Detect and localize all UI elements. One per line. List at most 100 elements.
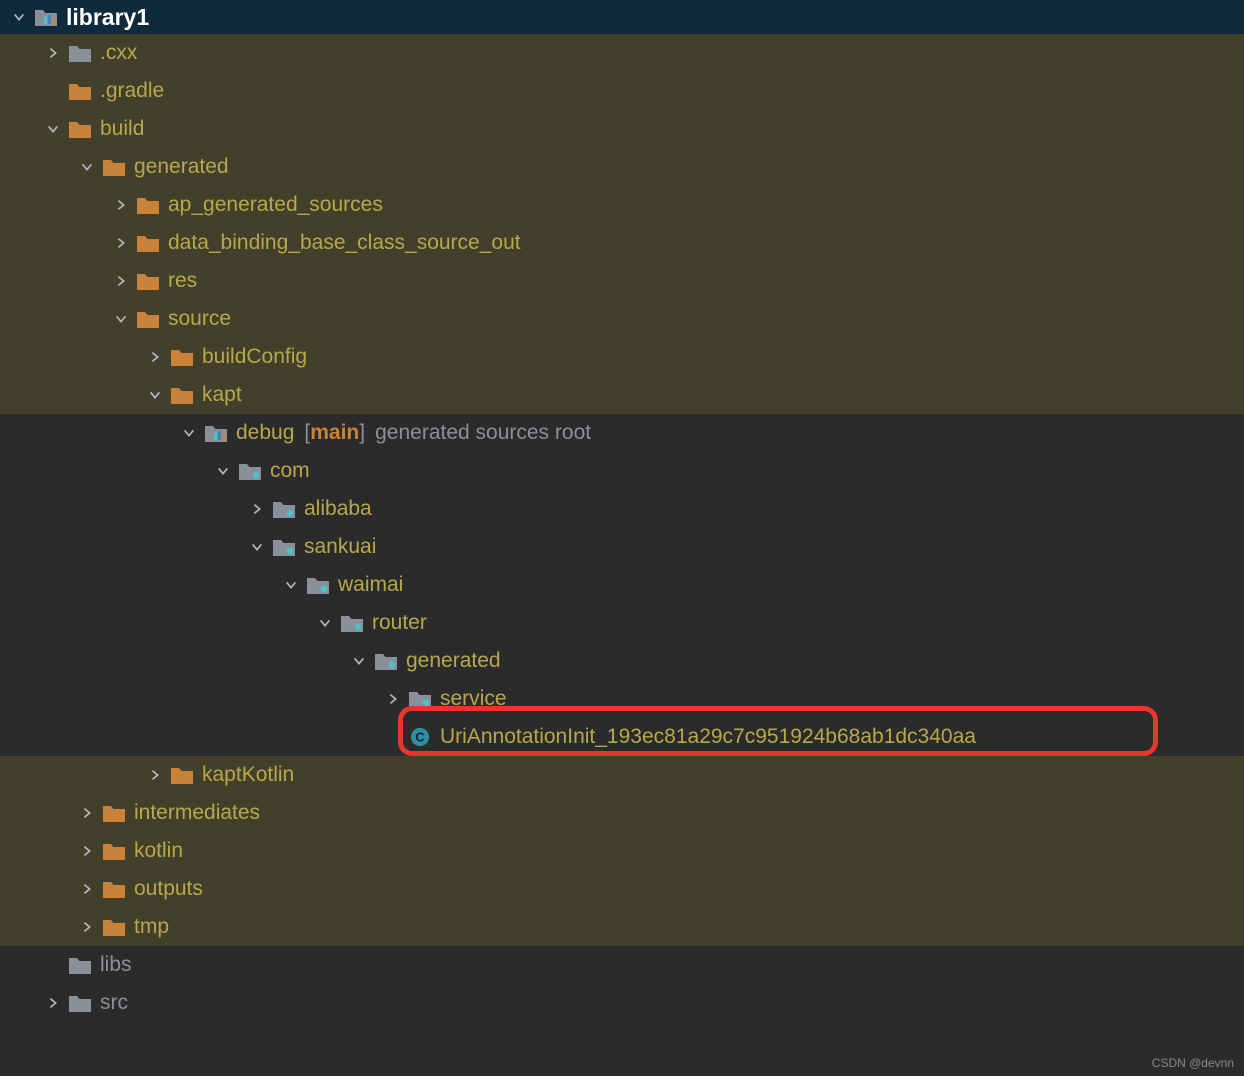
tree-item-label: libs — [100, 953, 132, 977]
tree-item-src[interactable]: src — [0, 984, 1244, 1022]
chevron-down-icon[interactable] — [146, 386, 164, 404]
folder-icon — [102, 156, 126, 178]
tree-item-label: src — [100, 991, 128, 1015]
tree-item-label: .gradle — [100, 79, 164, 103]
tree-item-buildconfig[interactable]: buildConfig — [0, 338, 1244, 376]
chevron-down-icon[interactable] — [350, 652, 368, 670]
chevron-right-icon[interactable] — [78, 918, 96, 936]
tree-item-label: build — [100, 117, 144, 141]
tree-item-label: sankuai — [304, 535, 376, 559]
chevron-right-icon[interactable] — [146, 348, 164, 366]
tree-item-gradle[interactable]: .gradle — [0, 72, 1244, 110]
tree-item-label: generated — [406, 649, 501, 673]
tree-item-label: tmp — [134, 915, 169, 939]
folder-icon — [68, 992, 92, 1014]
folder-icon — [102, 802, 126, 824]
chevron-right-icon[interactable] — [112, 234, 130, 252]
tree-item-label: .cxx — [100, 41, 137, 65]
folder-icon — [102, 840, 126, 862]
tree-item-com[interactable]: com — [0, 452, 1244, 490]
chevron-down-icon[interactable] — [10, 8, 28, 26]
tree-item-kapt[interactable]: kapt — [0, 376, 1244, 414]
tree-item-waimai[interactable]: waimai — [0, 566, 1244, 604]
tree-item-source[interactable]: source — [0, 300, 1244, 338]
chevron-down-icon[interactable] — [44, 120, 62, 138]
chevron-right-icon[interactable] — [78, 804, 96, 822]
folder-icon — [102, 916, 126, 938]
tree-item-label: source — [168, 307, 231, 331]
tree-item-build[interactable]: build — [0, 110, 1244, 148]
chevron-right-icon[interactable] — [248, 500, 266, 518]
tree-item-generated-pkg[interactable]: generated — [0, 642, 1244, 680]
chevron-down-icon[interactable] — [214, 462, 232, 480]
tree-item-debug[interactable]: debug [main] generated sources root — [0, 414, 1244, 452]
tree-item-label: ap_generated_sources — [168, 193, 383, 217]
package-icon — [272, 536, 296, 558]
tree-item-tmp[interactable]: tmp — [0, 908, 1244, 946]
tree-item-kaptkotlin[interactable]: kaptKotlin — [0, 756, 1244, 794]
folder-icon — [68, 118, 92, 140]
chevron-right-icon[interactable] — [78, 842, 96, 860]
chevron-down-icon[interactable] — [78, 158, 96, 176]
folder-icon — [68, 42, 92, 64]
tree-item-label: kapt — [202, 383, 242, 407]
package-icon — [306, 574, 330, 596]
tree-item-outputs[interactable]: outputs — [0, 870, 1244, 908]
tree-item-label: data_binding_base_class_source_out — [168, 231, 521, 255]
chevron-down-icon[interactable] — [180, 424, 198, 442]
tree-item-label: waimai — [338, 573, 403, 597]
tree-item-label: kotlin — [134, 839, 183, 863]
tree-item-label: router — [372, 611, 427, 635]
chevron-right-icon[interactable] — [112, 272, 130, 290]
tree-item-suffix: [main] — [304, 421, 365, 445]
watermark: CSDN @devnn — [1152, 1056, 1234, 1070]
chevron-right-icon[interactable] — [384, 690, 402, 708]
folder-icon — [170, 346, 194, 368]
chevron-right-icon[interactable] — [44, 44, 62, 62]
tree-item-router[interactable]: router — [0, 604, 1244, 642]
package-icon — [340, 612, 364, 634]
folder-icon — [102, 878, 126, 900]
tree-item-label: generated — [134, 155, 229, 179]
chevron-right-icon[interactable] — [146, 766, 164, 784]
chevron-down-icon[interactable] — [316, 614, 334, 632]
tree-item-label: res — [168, 269, 197, 293]
tree-item-label: kaptKotlin — [202, 763, 294, 787]
folder-icon — [170, 764, 194, 786]
package-icon — [272, 498, 296, 520]
package-icon — [374, 650, 398, 672]
chevron-right-icon[interactable] — [78, 880, 96, 898]
folder-icon — [136, 194, 160, 216]
tree-item-label: library1 — [66, 4, 149, 31]
chevron-down-icon[interactable] — [112, 310, 130, 328]
tree-item-ap-generated-sources[interactable]: ap_generated_sources — [0, 186, 1244, 224]
folder-icon — [136, 308, 160, 330]
tree-item-res[interactable]: res — [0, 262, 1244, 300]
tree-item-generated[interactable]: generated — [0, 148, 1244, 186]
tree-item-cxx[interactable]: .cxx — [0, 34, 1244, 72]
folder-icon — [68, 954, 92, 976]
folder-icon — [68, 80, 92, 102]
tree-item-label: buildConfig — [202, 345, 307, 369]
tree-item-intermediates[interactable]: intermediates — [0, 794, 1244, 832]
tree-item-data-binding[interactable]: data_binding_base_class_source_out — [0, 224, 1244, 262]
tree-item-label: com — [270, 459, 310, 483]
project-tree: library1 .cxx .gradle build generated ap… — [0, 0, 1244, 1022]
chevron-right-icon[interactable] — [112, 196, 130, 214]
tree-item-label: outputs — [134, 877, 203, 901]
folder-icon — [136, 270, 160, 292]
tree-item-root[interactable]: library1 — [0, 0, 1244, 34]
folder-icon — [170, 384, 194, 406]
module-icon — [204, 422, 228, 444]
tree-item-sankuai[interactable]: sankuai — [0, 528, 1244, 566]
chevron-down-icon[interactable] — [282, 576, 300, 594]
tree-item-libs[interactable]: libs — [0, 946, 1244, 984]
module-icon — [34, 6, 58, 28]
package-icon — [238, 460, 262, 482]
tree-item-alibaba[interactable]: alibaba — [0, 490, 1244, 528]
tree-item-kotlin[interactable]: kotlin — [0, 832, 1244, 870]
chevron-down-icon[interactable] — [248, 538, 266, 556]
tree-item-label: alibaba — [304, 497, 372, 521]
tree-item-hint: generated sources root — [375, 421, 591, 445]
chevron-right-icon[interactable] — [44, 994, 62, 1012]
